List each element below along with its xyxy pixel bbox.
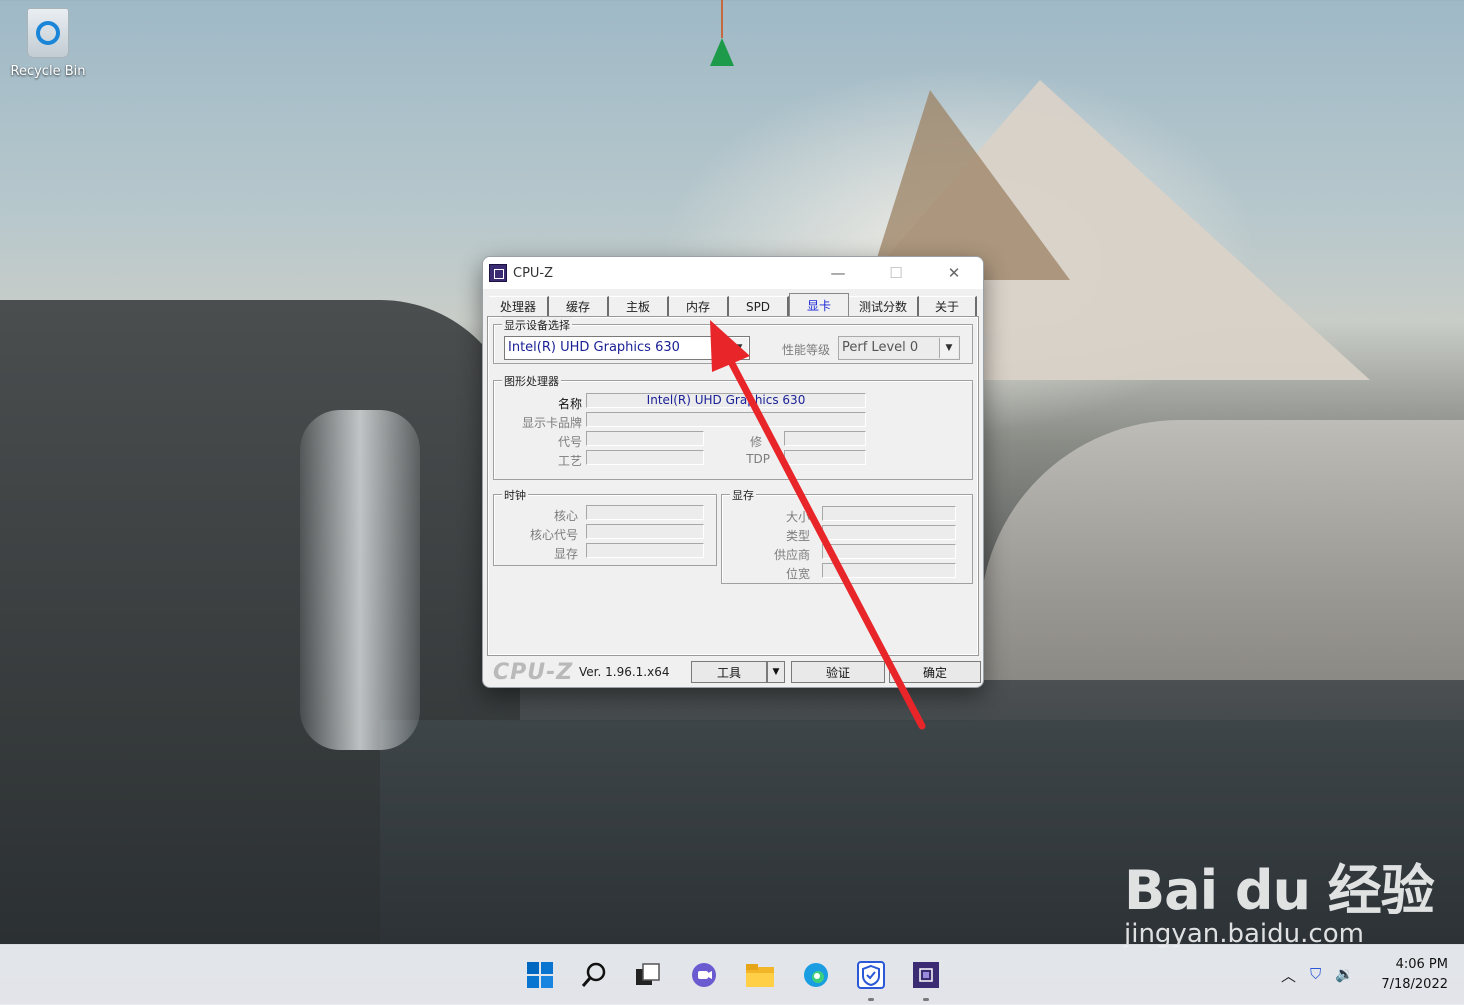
tab-mainboard[interactable]: 主板 [609,296,669,316]
baidu-watermark: Bai du 经验 jingyan.baidu.com [1124,846,1435,949]
tab-cache[interactable]: 缓存 [549,296,609,316]
recycle-bin-icon [27,8,69,58]
tab-processor[interactable]: 处理器 [489,296,549,316]
search-icon[interactable] [578,959,610,991]
memory-bus-field [822,563,956,578]
start-windows-icon[interactable] [524,959,556,991]
core-clock-field [586,505,704,520]
perf-level-select[interactable]: Perf Level 0 ▼ [838,336,960,360]
christmas-tree-widget-icon[interactable] [710,0,734,72]
edge-browser-icon[interactable] [800,959,832,991]
chevron-up-icon[interactable]: ︿ [1281,965,1296,986]
tab-graphics[interactable]: 显卡 [789,293,849,317]
gpu-tdp-field [784,450,866,465]
background-mountain-shade [870,90,1070,280]
file-explorer-icon[interactable] [744,959,776,991]
clock[interactable]: 4:06 PM 7/18/2022 [1381,955,1448,995]
tab-bench[interactable]: 测试分数 [849,296,919,316]
perf-level-value: Perf Level 0 [842,340,919,355]
cpuz-window: CPU-Z — ☐ ✕ 处理器 缓存 主板 内存 SPD 显卡 测试分数 关于 … [482,256,984,688]
display-selection-group: 显示设备选择 Intel(R) UHD Graphics 630 ▼ 性能等级 … [493,317,973,364]
gpu-name-label: 名称 [557,397,582,411]
gpu-process-field [586,450,704,465]
clocks-group: 时钟 核心 核心代号 显存 [493,487,717,566]
cpuz-taskbar-icon[interactable] [910,959,942,1001]
gpu-group: 图形处理器 名称 Intel(R) UHD Graphics 630 显示卡品牌… [493,373,973,480]
maximize-button[interactable]: ☐ [867,257,925,289]
system-tray: ︿ ⛉ 🔉 [1281,965,1354,986]
memory-vendor-label: 供应商 [773,548,810,562]
chevron-down-icon: ▼ [729,338,748,358]
shader-clock-label: 核心代号 [529,528,578,542]
core-clock-label: 核心 [553,509,578,523]
tab-about[interactable]: 关于 [919,296,977,316]
clocks-legend: 时钟 [502,487,528,503]
tools-button[interactable]: 工具 [691,661,767,683]
memory-type-field [822,525,956,540]
memory-clock-field [586,543,704,558]
minimize-button[interactable]: — [809,257,867,289]
display-selection-legend: 显示设备选择 [502,317,572,333]
background-snowfield [980,420,1464,680]
cpuz-app-icon [489,264,507,282]
chevron-down-icon: ▼ [939,338,958,358]
gpu-process-label: 工艺 [557,454,582,468]
validate-button[interactable]: 验证 [791,661,885,683]
memory-size-label: 大小 [785,510,810,524]
title-bar[interactable]: CPU-Z — ☐ ✕ [483,257,983,289]
background-waterfall [300,410,420,750]
display-device-select[interactable]: Intel(R) UHD Graphics 630 ▼ [504,336,750,360]
memory-bus-label: 位宽 [785,567,810,581]
version-label: Ver. 1.96.1.x64 [579,665,670,679]
gpu-name-field: Intel(R) UHD Graphics 630 [586,393,866,408]
cpuz-logo: CPU-Z [493,659,574,685]
gpu-legend: 图形处理器 [502,373,561,389]
graphics-panel: 显示设备选择 Intel(R) UHD Graphics 630 ▼ 性能等级 … [487,316,979,656]
video-memory-legend: 显存 [730,487,756,503]
gpu-code-field [586,431,704,446]
clock-time: 4:06 PM [1395,957,1448,972]
memory-size-field [822,506,956,521]
tab-strip: 处理器 缓存 主板 内存 SPD 显卡 测试分数 关于 [489,293,977,317]
taskbar: ︿ ⛉ 🔉 4:06 PM 7/18/2022 [0,944,1464,1005]
tab-memory[interactable]: 内存 [669,296,729,316]
security-shield-app-icon[interactable] [855,959,887,1001]
clock-date: 7/18/2022 [1381,977,1448,992]
footer-bar: CPU-Z Ver. 1.96.1.x64 工具 ▼ 验证 确定 [483,657,983,687]
ok-button[interactable]: 确定 [889,661,981,683]
volume-icon[interactable]: 🔉 [1335,965,1354,986]
shader-clock-field [586,524,704,539]
memory-vendor-field [822,544,956,559]
recycle-bin-label: Recycle Bin [10,64,86,79]
window-title: CPU-Z [513,265,554,281]
task-view-icon[interactable] [632,959,664,991]
defender-shield-icon[interactable]: ⛉ [1310,965,1321,986]
video-memory-group: 显存 大小 类型 供应商 位宽 [721,487,973,584]
watermark-brand: Bai du 经验 [1124,859,1435,922]
display-device-value: Intel(R) UHD Graphics 630 [508,340,680,355]
gpu-tdp-label: TDP [746,452,770,466]
tools-dropdown-chevron-down-icon[interactable]: ▼ [767,661,785,683]
close-button[interactable]: ✕ [925,257,983,289]
chat-icon[interactable] [688,959,720,991]
gpu-brand-field [586,412,866,427]
memory-clock-label: 显存 [553,547,578,561]
perf-level-label: 性能等级 [781,343,830,357]
gpu-revision-label: 修 [749,435,762,449]
gpu-code-label: 代号 [557,435,582,449]
gpu-revision-field [784,431,866,446]
tab-spd[interactable]: SPD [729,296,789,316]
gpu-brand-label: 显示卡品牌 [521,416,582,430]
desktop-icon-recycle-bin[interactable]: Recycle Bin [6,8,90,79]
memory-type-label: 类型 [785,529,810,543]
